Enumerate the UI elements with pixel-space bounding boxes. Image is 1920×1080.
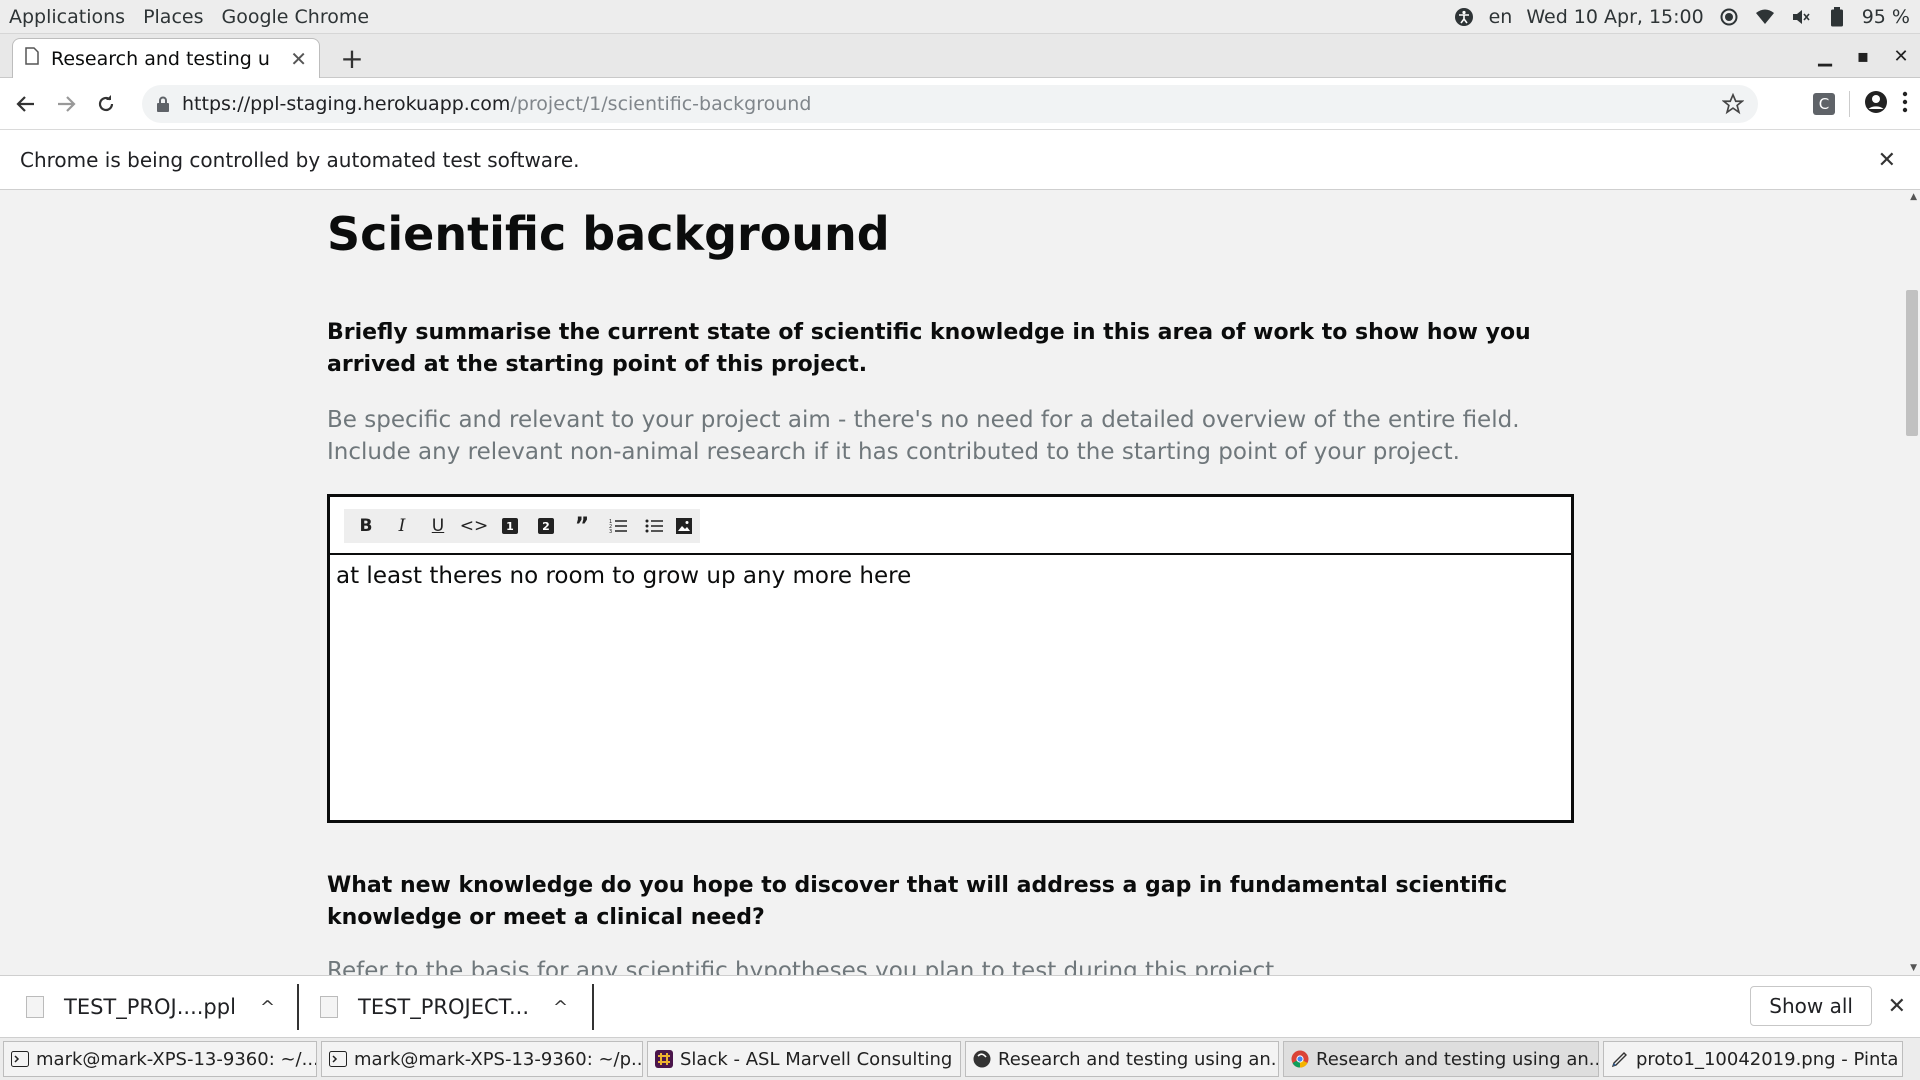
forward-button[interactable] (46, 84, 86, 124)
taskbar-item-slack[interactable]: Slack - ASL Marvell Consulting (647, 1041, 961, 1077)
arrow-left-icon (16, 95, 34, 112)
rich-text-editor: B I U <> 1 2 ” 123 at least theres no ro… (327, 494, 1574, 823)
download-item[interactable]: TEST_PROJECT... ^ (320, 984, 568, 1030)
keyboard-language-indicator[interactable]: en (1489, 6, 1513, 28)
close-window-icon[interactable]: ✕ (1882, 34, 1920, 78)
window-controls: ▁ ▪ ✕ (1806, 34, 1920, 78)
download-filename: TEST_PROJ....ppl (64, 995, 236, 1019)
scroll-down-icon[interactable]: ▼ (1910, 963, 1917, 973)
download-separator (592, 984, 594, 1030)
quote-icon[interactable]: ” (564, 509, 600, 543)
terminal-icon (10, 1049, 30, 1069)
download-filename: TEST_PROJECT... (358, 995, 530, 1019)
address-bar[interactable]: https://ppl-staging.herokuapp.com /proje… (142, 85, 1758, 123)
back-button[interactable] (6, 84, 46, 124)
scrollbar-thumb[interactable] (1906, 290, 1918, 436)
clock[interactable]: Wed 10 Apr, 15:00 (1526, 6, 1703, 28)
infobar-message: Chrome is being controlled by automated … (20, 147, 580, 172)
toolbar-right-group: C (1813, 78, 1920, 130)
chrome-icon (1290, 1049, 1310, 1069)
page-icon (25, 47, 39, 70)
taskbar-item-label: mark@mark-XPS-13-9360: ~/p... (354, 1048, 643, 1070)
minimize-icon[interactable]: ▁ (1806, 34, 1844, 78)
chevron-up-icon[interactable]: ^ (553, 997, 568, 1018)
editor-tool-group: B I U <> 1 2 ” 123 (344, 509, 700, 543)
accessibility-icon[interactable] (1453, 6, 1475, 28)
question-new-knowledge: What new knowledge do you hope to discov… (327, 873, 1508, 930)
bookmark-star-icon[interactable] (1721, 92, 1745, 120)
editor-toolbar: B I U <> 1 2 ” 123 (330, 497, 1571, 555)
taskbar-item-pinta[interactable]: proto1_10042019.png - Pinta (1603, 1041, 1903, 1077)
heading-2-icon[interactable]: 2 (528, 509, 564, 543)
question-current-knowledge: Briefly summarise the current state of s… (327, 320, 1531, 377)
taskbar-item-label: proto1_10042019.png - Pinta (1636, 1048, 1899, 1070)
heading-1-icon[interactable]: 1 (492, 509, 528, 543)
browser-menu-icon[interactable] (1902, 91, 1908, 117)
hint-new-knowledge: Refer to the basis for any scientific hy… (327, 958, 1282, 975)
close-download-shelf-icon[interactable]: ✕ (1888, 994, 1906, 1019)
system-top-bar: Applications Places Google Chrome en Wed… (0, 0, 1920, 34)
image-icon[interactable] (672, 509, 696, 543)
download-item[interactable]: TEST_PROJ....ppl ^ (26, 984, 275, 1030)
taskbar-item-label: Research and testing using an... (1316, 1048, 1599, 1070)
scroll-up-icon[interactable]: ▲ (1910, 192, 1917, 202)
svg-text:3: 3 (609, 529, 612, 534)
tab-strip: Research and testing u ✕ + ▁ ▪ ✕ (0, 34, 1920, 78)
browser-toolbar: https://ppl-staging.herokuapp.com /proje… (0, 78, 1920, 130)
battery-percent: 95 % (1861, 5, 1910, 28)
reload-button[interactable] (86, 84, 126, 124)
taskbar-item-label: Slack - ASL Marvell Consulting (680, 1048, 953, 1070)
taskbar-item-browser[interactable]: Research and testing using an... (965, 1041, 1279, 1077)
page-viewport: Scientific background Briefly summarise … (0, 190, 1920, 975)
bullet-list-icon[interactable] (636, 509, 672, 543)
status-record-icon (1718, 6, 1740, 28)
terminal-icon (328, 1049, 348, 1069)
tab-close-icon[interactable]: ✕ (290, 47, 307, 71)
extension-icon[interactable]: C (1813, 93, 1835, 115)
wifi-icon (1754, 6, 1776, 28)
window-list-taskbar: mark@mark-XPS-13-9360: ~/... mark@mark-X… (0, 1037, 1920, 1080)
page-scrollbar[interactable]: ▲ ▼ (1904, 190, 1920, 975)
taskbar-item-terminal[interactable]: mark@mark-XPS-13-9360: ~/... (3, 1041, 317, 1077)
applications-menu[interactable]: Applications (0, 6, 134, 28)
automation-infobar: Chrome is being controlled by automated … (0, 130, 1920, 190)
code-icon[interactable]: <> (456, 509, 492, 543)
url-host: https://ppl-staging.herokuapp.com (182, 93, 511, 115)
ordered-list-icon[interactable]: 123 (600, 509, 636, 543)
infobar-close-icon[interactable]: ✕ (1878, 148, 1896, 173)
underline-icon[interactable]: U (420, 509, 456, 543)
file-icon (26, 996, 44, 1018)
battery-icon (1826, 6, 1848, 28)
italic-icon[interactable]: I (384, 509, 420, 543)
pinta-icon (1610, 1049, 1630, 1069)
reload-icon (98, 94, 114, 111)
lock-icon[interactable] (156, 96, 170, 112)
places-menu[interactable]: Places (134, 6, 212, 28)
page-title: Scientific background (327, 207, 890, 261)
show-all-downloads-button[interactable]: Show all (1750, 986, 1872, 1026)
url-path: /project/1/scientific-background (510, 93, 812, 115)
maximize-icon[interactable]: ▪ (1844, 34, 1882, 78)
file-icon (320, 996, 338, 1018)
tab-title: Research and testing u (51, 47, 270, 70)
taskbar-item-chrome[interactable]: Research and testing using an... (1283, 1041, 1599, 1077)
editor-text-area[interactable]: at least theres no room to grow up any m… (330, 555, 1571, 597)
chevron-up-icon[interactable]: ^ (260, 997, 275, 1018)
slack-icon (654, 1049, 674, 1069)
toolbar-separator (1849, 91, 1850, 117)
profile-avatar-icon[interactable] (1864, 90, 1888, 118)
taskbar-item-terminal[interactable]: mark@mark-XPS-13-9360: ~/p... (321, 1041, 643, 1077)
taskbar-item-label: Research and testing using an... (998, 1048, 1279, 1070)
volume-muted-icon (1790, 6, 1812, 28)
bold-icon[interactable]: B (348, 509, 384, 543)
firefox-icon (972, 1049, 992, 1069)
download-separator (297, 984, 299, 1030)
download-shelf: TEST_PROJ....ppl ^ TEST_PROJECT... ^ Sho… (0, 975, 1920, 1037)
hint-current-knowledge: Be specific and relevant to your project… (327, 407, 1520, 465)
active-app-menu[interactable]: Google Chrome (212, 6, 378, 28)
taskbar-item-label: mark@mark-XPS-13-9360: ~/... (36, 1048, 317, 1070)
tab-research-and-testing[interactable]: Research and testing u ✕ (12, 38, 320, 78)
new-tab-button[interactable]: + (336, 42, 368, 75)
arrow-right-icon (58, 95, 76, 112)
